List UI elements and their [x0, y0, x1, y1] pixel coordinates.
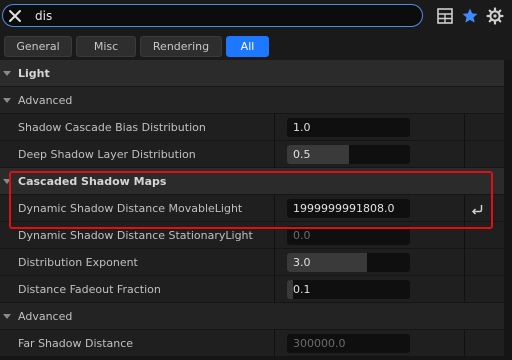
property-label: Deep Shadow Layer Distribution [18, 148, 196, 161]
column-divider [464, 141, 465, 168]
details-toolbar [0, 0, 512, 33]
expand-arrow-icon[interactable] [3, 71, 11, 76]
column-divider [464, 330, 465, 357]
value-field-disabled: 300000.0 [287, 334, 410, 353]
value-field[interactable]: 0.1 [287, 280, 410, 299]
column-divider [464, 249, 465, 276]
value-field[interactable]: 1999999991808.0 [287, 199, 410, 218]
gear-icon[interactable] [486, 7, 504, 25]
column-divider[interactable] [274, 114, 275, 141]
column-divider[interactable] [274, 222, 275, 249]
property-label: Distribution Exponent [18, 256, 138, 269]
value-field[interactable]: 1.0 [287, 118, 410, 137]
filter-all-button[interactable]: All [226, 36, 269, 57]
subcategory-label: Advanced [18, 94, 73, 107]
details-panel: Light Advanced Shadow Cascade Bias Distr… [0, 60, 512, 360]
property-row: Distribution Exponent 3.0 [0, 249, 504, 276]
column-divider[interactable] [274, 195, 275, 222]
value-text: 1999999991808.0 [293, 202, 395, 215]
value-text: 0.5 [293, 148, 311, 161]
property-row: Shadow Cascade Bias Distribution 1.0 [0, 114, 504, 141]
property-row: Far Shadow Distance 300000.0 [0, 330, 504, 357]
column-divider [464, 195, 465, 222]
column-divider[interactable] [274, 330, 275, 357]
property-row: Dynamic Shadow Distance MovableLight 199… [0, 195, 504, 222]
filter-misc-button[interactable]: Misc [76, 36, 136, 57]
star-icon[interactable] [461, 7, 479, 25]
property-row: Dynamic Shadow Distance StationaryLight … [0, 222, 504, 249]
value-field[interactable]: 0.5 [287, 145, 410, 164]
value-field-disabled: 0.0 [287, 226, 410, 245]
category-light-header[interactable]: Light [0, 60, 504, 87]
value-text: 1.0 [293, 121, 311, 134]
category-label: Light [18, 67, 50, 80]
subcategory-advanced-header[interactable]: Advanced [0, 303, 504, 330]
property-row: Deep Shadow Layer Distribution 0.5 [0, 141, 504, 168]
reset-arrow-icon[interactable] [470, 202, 484, 216]
column-divider [464, 114, 465, 141]
filter-rendering-button[interactable]: Rendering [140, 36, 222, 57]
expand-arrow-icon[interactable] [3, 98, 11, 103]
column-divider[interactable] [274, 141, 275, 168]
property-label: Far Shadow Distance [18, 337, 134, 350]
category-filter-bar: General Misc Rendering All [0, 33, 512, 60]
close-icon[interactable] [7, 8, 23, 24]
subcategory-label: Advanced [18, 310, 73, 323]
property-label: Shadow Cascade Bias Distribution [18, 121, 206, 134]
column-divider[interactable] [274, 276, 275, 303]
column-divider[interactable] [274, 249, 275, 276]
search-box[interactable] [2, 4, 423, 27]
property-label: Dynamic Shadow Distance StationaryLight [18, 229, 253, 242]
scrollbar[interactable] [504, 60, 512, 360]
column-divider [464, 276, 465, 303]
expand-arrow-icon[interactable] [3, 179, 11, 184]
value-text: 0.0 [293, 229, 311, 242]
value-field[interactable]: 3.0 [287, 253, 410, 272]
property-row: Distance Fadeout Fraction 0.1 [0, 276, 504, 303]
table-icon[interactable] [436, 7, 454, 25]
value-text: 3.0 [293, 256, 311, 269]
filter-general-button[interactable]: General [4, 36, 72, 57]
search-input[interactable] [35, 7, 405, 24]
value-text: 300000.0 [293, 337, 346, 350]
property-label: Distance Fadeout Fraction [18, 283, 161, 296]
property-label: Dynamic Shadow Distance MovableLight [18, 202, 243, 215]
category-cascaded-shadow-maps-header[interactable]: Cascaded Shadow Maps [0, 168, 504, 195]
category-label: Cascaded Shadow Maps [18, 175, 167, 188]
value-text: 0.1 [293, 283, 311, 296]
subcategory-advanced-header[interactable]: Advanced [0, 87, 504, 114]
expand-arrow-icon[interactable] [3, 314, 11, 319]
column-divider [464, 222, 465, 249]
